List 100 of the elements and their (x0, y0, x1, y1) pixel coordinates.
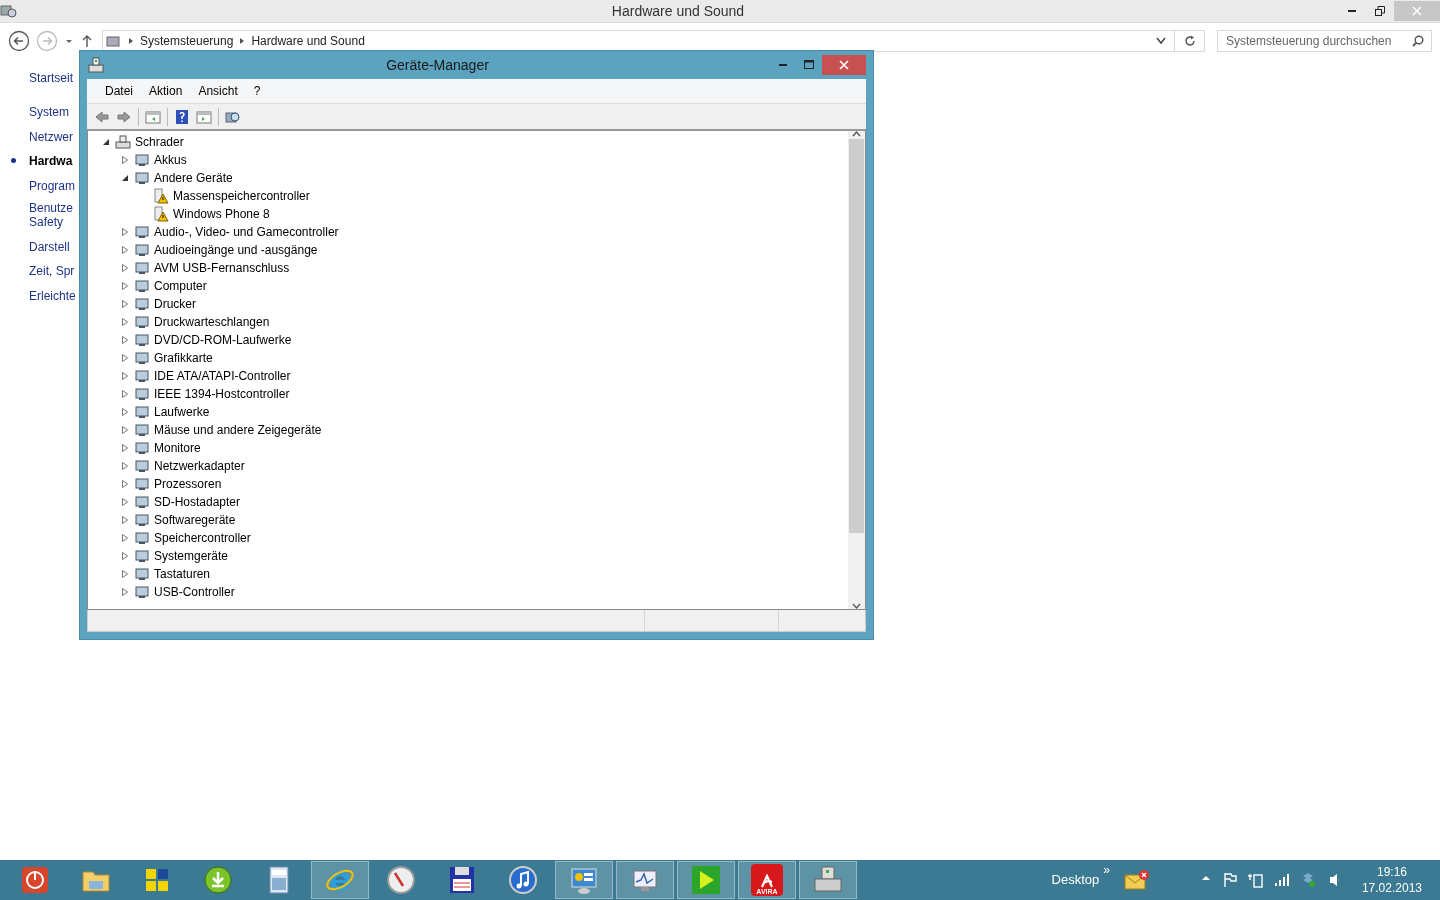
sidebar-link[interactable]: System (29, 105, 69, 120)
tree-item[interactable]: Drucker (154, 295, 196, 313)
clock-time[interactable]: 19:16 (1376, 864, 1407, 880)
refresh-icon (1183, 35, 1196, 47)
tree-item[interactable]: Windows Phone 8 (173, 205, 270, 223)
expand-arrow-icon[interactable] (120, 264, 129, 272)
mail-icon[interactable] (1123, 869, 1150, 891)
tree-item[interactable]: Systemgeräte (154, 547, 229, 565)
device-icon (134, 476, 150, 492)
tree-item[interactable]: Computer (154, 277, 207, 295)
tree-item[interactable]: IEEE 1394-Hostcontroller (154, 385, 290, 403)
device-icon (134, 584, 150, 600)
back-icon[interactable] (8, 30, 30, 52)
dialog-title: Geräte-Manager (385, 56, 490, 75)
expand-arrow-icon[interactable] (120, 426, 129, 434)
tree-item[interactable]: Grafikkarte (154, 349, 213, 367)
more-button[interactable]: » (1103, 864, 1110, 876)
device-icon (134, 530, 150, 546)
expand-arrow-icon[interactable] (120, 588, 129, 596)
expand-arrow-icon[interactable] (120, 462, 129, 470)
refresh-button[interactable] (1175, 30, 1205, 52)
tree-item[interactable]: Audioeingänge und -ausgänge (154, 241, 318, 259)
tree-item[interactable]: Laufwerke (154, 403, 210, 421)
scroll-down-icon[interactable] (852, 603, 861, 609)
sidebar-link[interactable]: Startseit (29, 71, 73, 86)
chevron-down-icon[interactable] (1156, 37, 1166, 45)
sidebar-link[interactable]: Darstell (29, 239, 70, 255)
tree-item[interactable]: Druckwarteschlangen (154, 313, 270, 331)
close-button[interactable] (822, 55, 866, 75)
tree-item[interactable]: Schrader (135, 133, 184, 151)
search-field[interactable]: Systemsteuerung durchsuchen (1217, 30, 1432, 52)
tree-item[interactable]: Tastaturen (154, 565, 211, 583)
sidebar-link[interactable]: Benutze Safety (29, 200, 74, 230)
breadcrumb-item[interactable]: Systemsteuerung (140, 32, 234, 50)
collapse-arrow-icon[interactable] (120, 174, 129, 182)
device-icon (134, 386, 150, 402)
expand-arrow-icon[interactable] (120, 300, 129, 308)
device-icon (134, 332, 150, 348)
toolbar-label[interactable]: Desktop (1051, 870, 1100, 890)
expand-arrow-icon[interactable] (120, 408, 129, 416)
menu-item[interactable]: Datei (97, 79, 141, 103)
expand-arrow-icon[interactable] (120, 480, 129, 488)
expand-arrow-icon[interactable] (120, 246, 129, 254)
tree-item[interactable]: USB-Controller (154, 583, 235, 601)
menu-item[interactable]: Aktion (141, 79, 191, 103)
expand-arrow-icon[interactable] (120, 552, 129, 560)
tree-item[interactable]: SD-Hostadapter (154, 493, 241, 511)
tree-item[interactable]: Softwaregeräte (154, 511, 236, 529)
tree-item[interactable]: Mäuse und andere Zeigegeräte (154, 421, 322, 439)
device-icon (134, 242, 150, 258)
tree-item[interactable]: Monitore (154, 439, 201, 457)
help-icon[interactable] (174, 108, 190, 125)
tree-item[interactable]: IDE ATA/ATAPI-Controller (154, 367, 291, 385)
device-icon (134, 458, 150, 474)
maximize-icon (804, 60, 814, 70)
action-pane-icon[interactable] (196, 108, 212, 125)
sidebar-link[interactable]: Netzwer (29, 129, 73, 145)
expand-arrow-icon[interactable] (120, 336, 129, 344)
sidebar-link[interactable]: Zeit, Spr (29, 264, 75, 279)
tree-item[interactable]: Prozessoren (154, 475, 222, 493)
expand-arrow-icon[interactable] (120, 534, 129, 542)
minimize-icon (779, 64, 787, 66)
up-arrow-icon[interactable] (80, 34, 94, 48)
tree-item[interactable]: Akkus (154, 151, 187, 169)
menu-item[interactable]: ? (245, 79, 269, 103)
tree-item[interactable]: Andere Geräte (154, 169, 233, 187)
collapse-arrow-icon[interactable] (101, 138, 110, 146)
expand-arrow-icon[interactable] (120, 318, 129, 326)
signal-bars-icon[interactable] (1273, 871, 1290, 889)
breadcrumb-item[interactable]: Hardware und Sound (251, 32, 365, 50)
expand-arrow-icon[interactable] (120, 156, 129, 164)
back-arrow-icon[interactable] (94, 108, 110, 125)
tree-item[interactable]: Speichercontroller (154, 529, 251, 547)
sidebar-link[interactable]: Hardwa (29, 154, 73, 169)
control-panel-icon (0, 3, 18, 19)
expand-arrow-icon[interactable] (120, 390, 129, 398)
device-icon (134, 170, 150, 186)
tree-item[interactable]: Massenspeichercontroller (173, 187, 310, 205)
scroll-up-icon[interactable] (852, 131, 861, 137)
expand-arrow-icon[interactable] (120, 570, 129, 578)
expand-arrow-icon[interactable] (120, 354, 129, 362)
tree-item[interactable]: Audio-, Video- und Gamecontroller (154, 223, 339, 241)
battery-plug-icon[interactable] (1247, 871, 1264, 889)
flag-icon[interactable] (1221, 871, 1238, 889)
sidebar-link[interactable]: Program (29, 178, 75, 193)
tree-item[interactable]: AVM USB-Fernanschluss (154, 259, 290, 277)
tree-item[interactable]: Netzwerkadapter (154, 457, 245, 475)
clock-date[interactable]: 17.02.2013 (1361, 880, 1422, 896)
menu-item[interactable]: Ansicht (190, 79, 246, 103)
expand-arrow-icon[interactable] (120, 228, 129, 236)
expand-arrow-icon[interactable] (120, 516, 129, 524)
tree-item[interactable]: DVD/CD-ROM-Laufwerke (154, 331, 292, 349)
expand-arrow-icon[interactable] (120, 444, 129, 452)
expand-arrow-icon[interactable] (120, 282, 129, 290)
expand-arrow-icon[interactable] (120, 498, 129, 506)
sidebar-link[interactable]: Erleichte (29, 288, 76, 303)
scrollbar[interactable] (848, 131, 865, 609)
expand-arrow-icon[interactable] (120, 372, 129, 380)
forward-arrow-icon[interactable] (116, 108, 132, 125)
console-tree-icon[interactable] (145, 108, 161, 125)
